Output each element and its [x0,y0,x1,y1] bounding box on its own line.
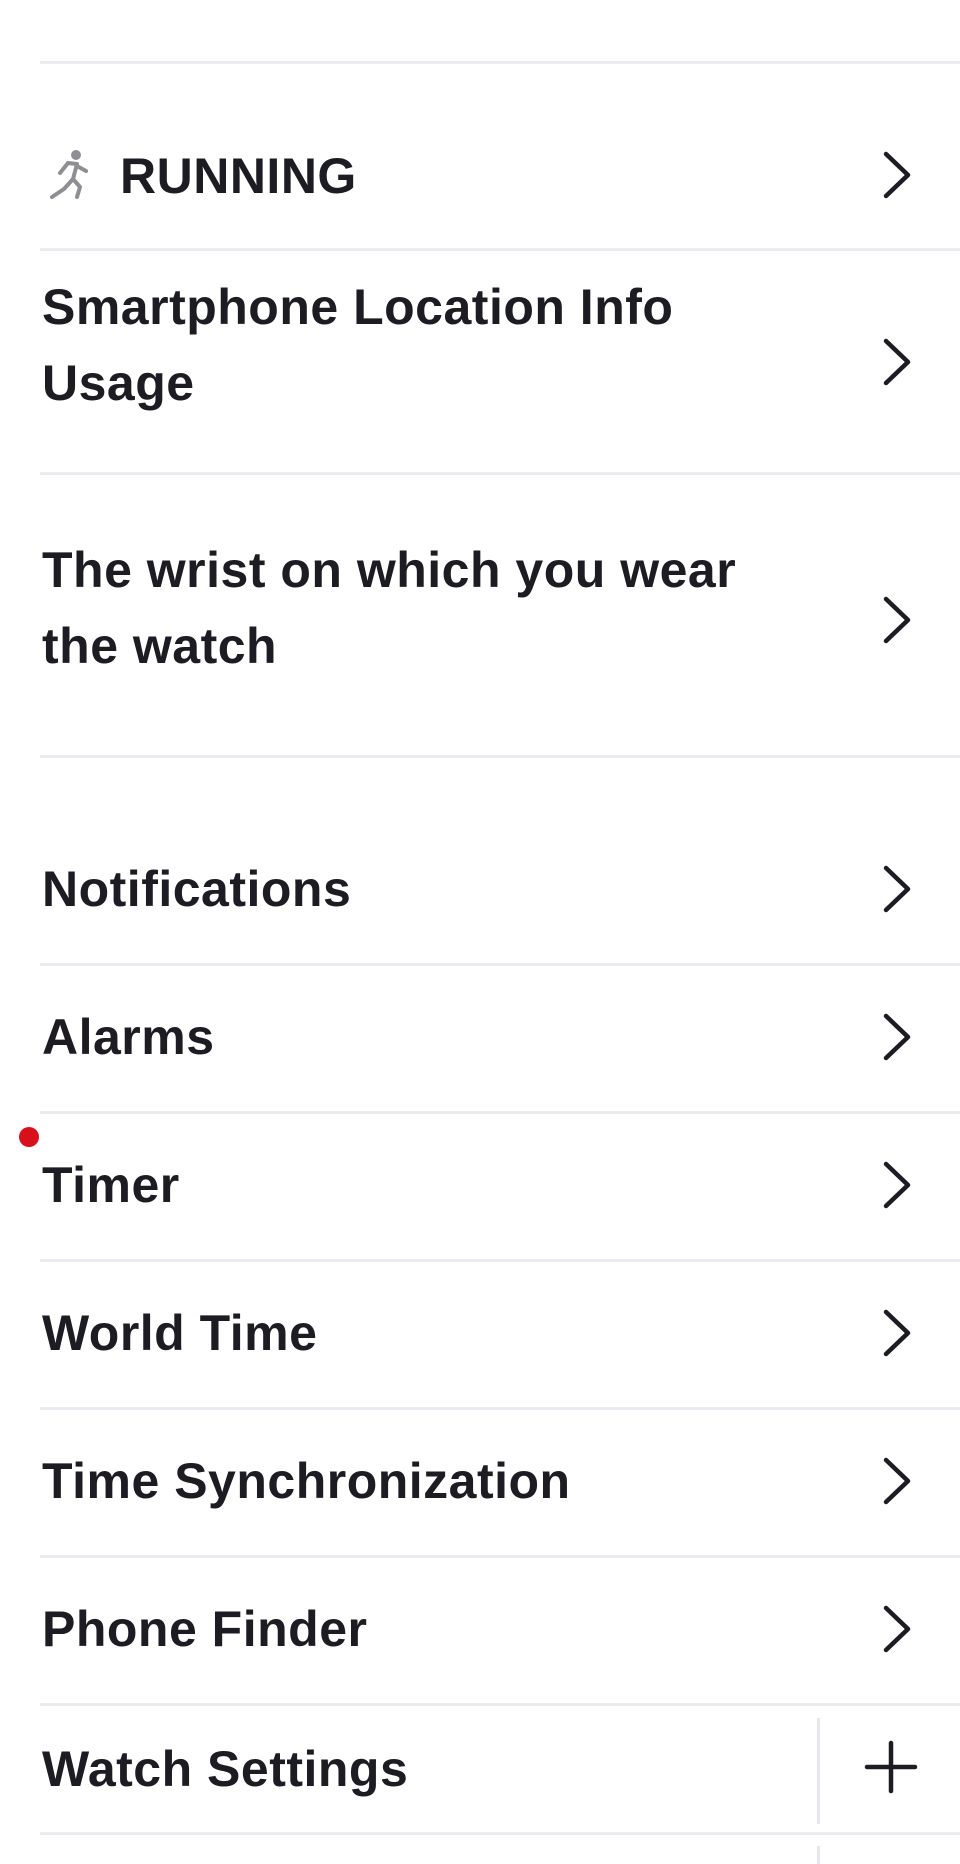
menu-item-label: The wrist on which you wear the watch [42,542,737,674]
plus-icon[interactable] [864,1740,918,1794]
menu-item-world-time[interactable]: World Time [0,1262,960,1407]
chevron-right-icon [876,335,916,389]
menu-item-watch-settings[interactable]: Watch Settings [0,1706,960,1832]
menu-item-running[interactable]: RUNNING [0,64,960,248]
chevron-right-icon [876,593,916,647]
menu-item-label: Phone Finder [42,1601,368,1657]
menu-item-time-sync[interactable]: Time Synchronization [0,1410,960,1555]
vertical-separator [817,1846,820,1864]
menu-item-label: Timer [42,1157,180,1213]
menu-item-label: Smartphone Location Info Usage [42,279,674,411]
chevron-right-icon [876,148,916,202]
menu-item-wrist[interactable]: The wrist on which you wear the watch [0,475,960,755]
chevron-right-icon [876,862,916,916]
menu-item-notifications[interactable]: Notifications [0,758,960,963]
menu-item-label: Time Synchronization [42,1453,571,1509]
menu-item-label: RUNNING [120,148,357,204]
chevron-right-icon [876,1010,916,1064]
menu-item-label: World Time [42,1305,318,1361]
menu-item-label: Watch Settings [42,1741,409,1797]
vertical-separator [817,1718,820,1824]
menu-item-location-info[interactable]: Smartphone Location Info Usage [0,251,960,472]
chevron-right-icon [876,1158,916,1212]
chevron-right-icon [876,1306,916,1360]
running-person-icon [46,149,92,203]
menu-item-label: Alarms [42,1009,215,1065]
menu-item-label: Notifications [42,861,352,917]
divider [40,1832,960,1835]
menu-item-alarms[interactable]: Alarms [0,966,960,1111]
menu-item-phone-finder[interactable]: Phone Finder [0,1558,960,1703]
chevron-right-icon [876,1454,916,1508]
chevron-right-icon [876,1602,916,1656]
menu-item-timer[interactable]: Timer [0,1114,960,1259]
